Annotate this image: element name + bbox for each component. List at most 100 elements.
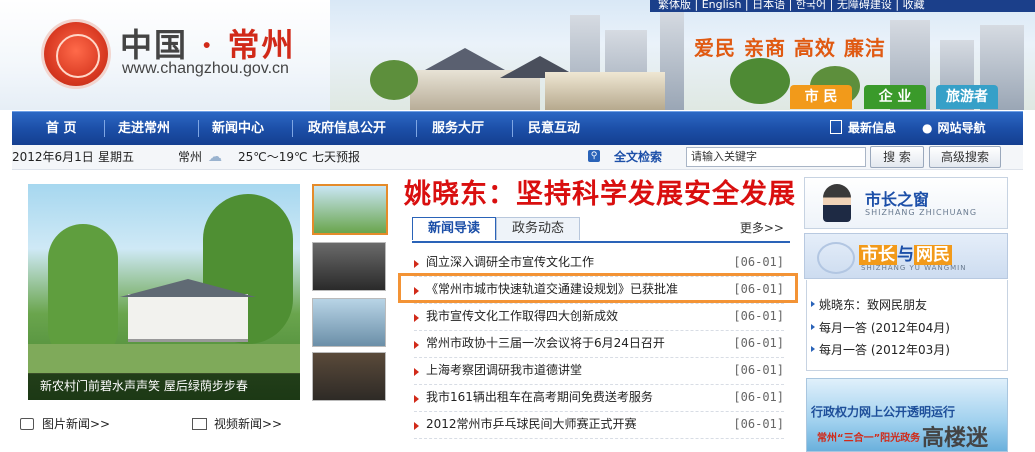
highlight-box <box>398 273 798 303</box>
logo-dot: · <box>201 26 215 64</box>
photo-caption[interactable]: 新农村门前碧水声声笑 屋后绿荫步步春 <box>28 373 300 400</box>
nav-sitemap[interactable]: ● 网站导航 <box>922 112 986 145</box>
netizen-title: 市长与网民 <box>859 240 952 265</box>
tab-enterprise[interactable]: 企 业 <box>864 85 926 109</box>
news-date: [06-01] <box>733 309 784 323</box>
news-date: [06-01] <box>733 363 784 377</box>
nav-about[interactable]: 走进常州 <box>118 112 170 145</box>
weekday-text: 星期五 <box>98 150 135 164</box>
headline[interactable]: 姚晓东：坚持科学发展安全发展 <box>404 172 796 211</box>
admin-banner-subtitle: 常州“三合一”阳光政务 <box>817 433 921 444</box>
mouse-icon <box>817 242 855 274</box>
mayor-window-panel[interactable]: 市长之窗 SHIZHANG ZHICHUANG <box>804 177 1008 229</box>
photo-thumbnail[interactable] <box>312 352 386 401</box>
video-icon <box>192 418 207 430</box>
photo-links: 图片新闻>> 视频新闻>> <box>20 414 390 434</box>
forecast-link[interactable]: 七天预报 <box>312 145 360 169</box>
camera-icon <box>20 418 34 430</box>
document-icon <box>830 120 842 134</box>
tab-tourist[interactable]: 旅游者 <box>936 85 998 109</box>
fulltext-search-label: 全文检索 <box>614 150 663 164</box>
news-title: 上海考察团调研我市道德讲堂 <box>426 363 583 377</box>
people-icon: ● <box>922 121 933 135</box>
emblem-ring-icon <box>56 34 100 78</box>
nav-latest-info[interactable]: 最新信息 <box>830 112 896 145</box>
news-date: [06-01] <box>733 255 784 269</box>
tab-gov-affairs[interactable]: 政务动态 <box>496 217 580 240</box>
news-title: 我市161辆出租车在高考期间免费送考服务 <box>426 390 653 404</box>
mayor-window-pinyin: SHIZHANG ZHICHUANG <box>865 208 978 217</box>
nav-service[interactable]: 服务大厅 <box>432 112 484 145</box>
mayor-avatar <box>823 184 851 222</box>
nav-divider <box>198 120 199 137</box>
slogan: 爱民 亲商 高效 廉洁 <box>694 36 886 60</box>
netizen-pinyin: SHIZHANG YU WANGMIN <box>861 264 967 272</box>
site-header: 繁体版 | English | 日本语 | 한국어 | 无障碍建设 | 收藏 中… <box>0 0 1035 110</box>
photo-thumbnail[interactable] <box>312 184 388 235</box>
featured-news-photo[interactable] <box>28 184 300 400</box>
nav-divider <box>292 120 293 137</box>
mayor-netizen-banner[interactable]: 市长与网民 SHIZHANG YU WANGMIN <box>804 233 1008 279</box>
mayor-netizen-list: 姚晓东：致网民朋友 每月一答 (2012年04月) 每月一答 (2012年03月… <box>806 280 1008 371</box>
photo-news-link[interactable]: 图片新闻>> <box>42 414 110 434</box>
date-text: 2012年6月1日 <box>12 150 94 164</box>
nav-interaction[interactable]: 民意互动 <box>528 112 580 145</box>
search-input[interactable]: 请输入关键字 <box>686 147 866 167</box>
news-date: [06-01] <box>733 390 784 404</box>
video-news-link[interactable]: 视频新闻>> <box>214 414 282 434</box>
old-house-shape <box>545 72 665 110</box>
water-shape <box>28 344 300 374</box>
bullet-icon <box>414 341 419 349</box>
news-title: 我市宣传文化工作取得四大创新成效 <box>426 309 619 323</box>
nav-divider <box>104 120 105 137</box>
news-item[interactable]: 我市161辆出租车在高考期间免费送考服务 [06-01] <box>414 384 784 412</box>
news-item[interactable]: 上海考察团调研我市道德讲堂 [06-01] <box>414 357 784 385</box>
main-nav: 首 页 走进常州 新闻中心 政府信息公开 服务大厅 民意互动 最新信息 ● 网站导… <box>12 111 1023 145</box>
netizen-mayor-word: 市长 <box>859 245 897 265</box>
mayor-window-title: 市长之窗 <box>865 190 930 209</box>
bullet-icon <box>414 314 419 322</box>
tree-shape <box>730 58 790 104</box>
temperature-text: 25℃～19℃ <box>238 150 308 164</box>
city-text: 常州 <box>178 150 203 164</box>
bullet-icon <box>414 260 419 268</box>
news-date: [06-01] <box>733 336 784 350</box>
nav-divider <box>512 120 513 137</box>
tab-news-guide[interactable]: 新闻导读 <box>412 217 496 240</box>
admin-banner-title: 行政权力网上公开透明运行 <box>811 405 956 419</box>
list-item[interactable]: 姚晓东：致网民朋友 <box>810 296 927 313</box>
nav-sitemap-label: 网站导航 <box>937 121 986 135</box>
advanced-search-button[interactable]: 高级搜索 <box>929 146 1001 168</box>
photo-thumbnail[interactable] <box>312 298 386 347</box>
tab-citizen[interactable]: 市 民 <box>790 85 852 109</box>
netizen-and-word: 与 <box>897 245 914 265</box>
tree-shape <box>370 60 418 100</box>
tree-shape <box>48 224 118 364</box>
bullet-icon <box>414 422 419 430</box>
news-title: 阎立深入调研全市宣传文化工作 <box>426 255 595 269</box>
house-wall-shape <box>128 294 248 342</box>
news-date: [06-01] <box>733 417 784 431</box>
nav-gov-info[interactable]: 政府信息公开 <box>308 112 386 145</box>
site-url: www.changzhou.gov.cn <box>122 60 289 77</box>
logo-title-right: 常州 <box>227 26 296 64</box>
news-item[interactable]: 我市宣传文化工作取得四大创新成效 [06-01] <box>414 303 784 331</box>
search-button[interactable]: 搜 索 <box>870 146 924 168</box>
news-item[interactable]: 常州市政协十三届一次会议将于6月24日召开 [06-01] <box>414 330 784 358</box>
list-item[interactable]: 每月一答 (2012年04月) <box>811 319 950 336</box>
house-roof-shape <box>120 279 256 297</box>
top-links-bar[interactable]: 繁体版 | English | 日本语 | 한국어 | 无障碍建设 | 收藏 <box>650 0 1035 12</box>
news-item[interactable]: 2012常州市乒乓球民间大师赛正式开赛 [06-01] <box>414 411 784 439</box>
nav-divider <box>416 120 417 137</box>
header-cityscape-image <box>330 0 1035 110</box>
nav-home[interactable]: 首 页 <box>46 112 77 145</box>
bullet-icon <box>414 368 419 376</box>
watermark: 高楼迷 <box>922 426 989 451</box>
nav-news[interactable]: 新闻中心 <box>212 112 264 145</box>
list-item[interactable]: 每月一答 (2012年03月) <box>811 341 950 358</box>
photo-thumbnail[interactable] <box>312 242 386 291</box>
more-link[interactable]: 更多>> <box>740 219 784 236</box>
roof-shape <box>425 48 505 70</box>
news-title: 常州市政协十三届一次会议将于6月24日召开 <box>426 336 665 350</box>
cloud-icon: ☁ <box>208 149 222 165</box>
